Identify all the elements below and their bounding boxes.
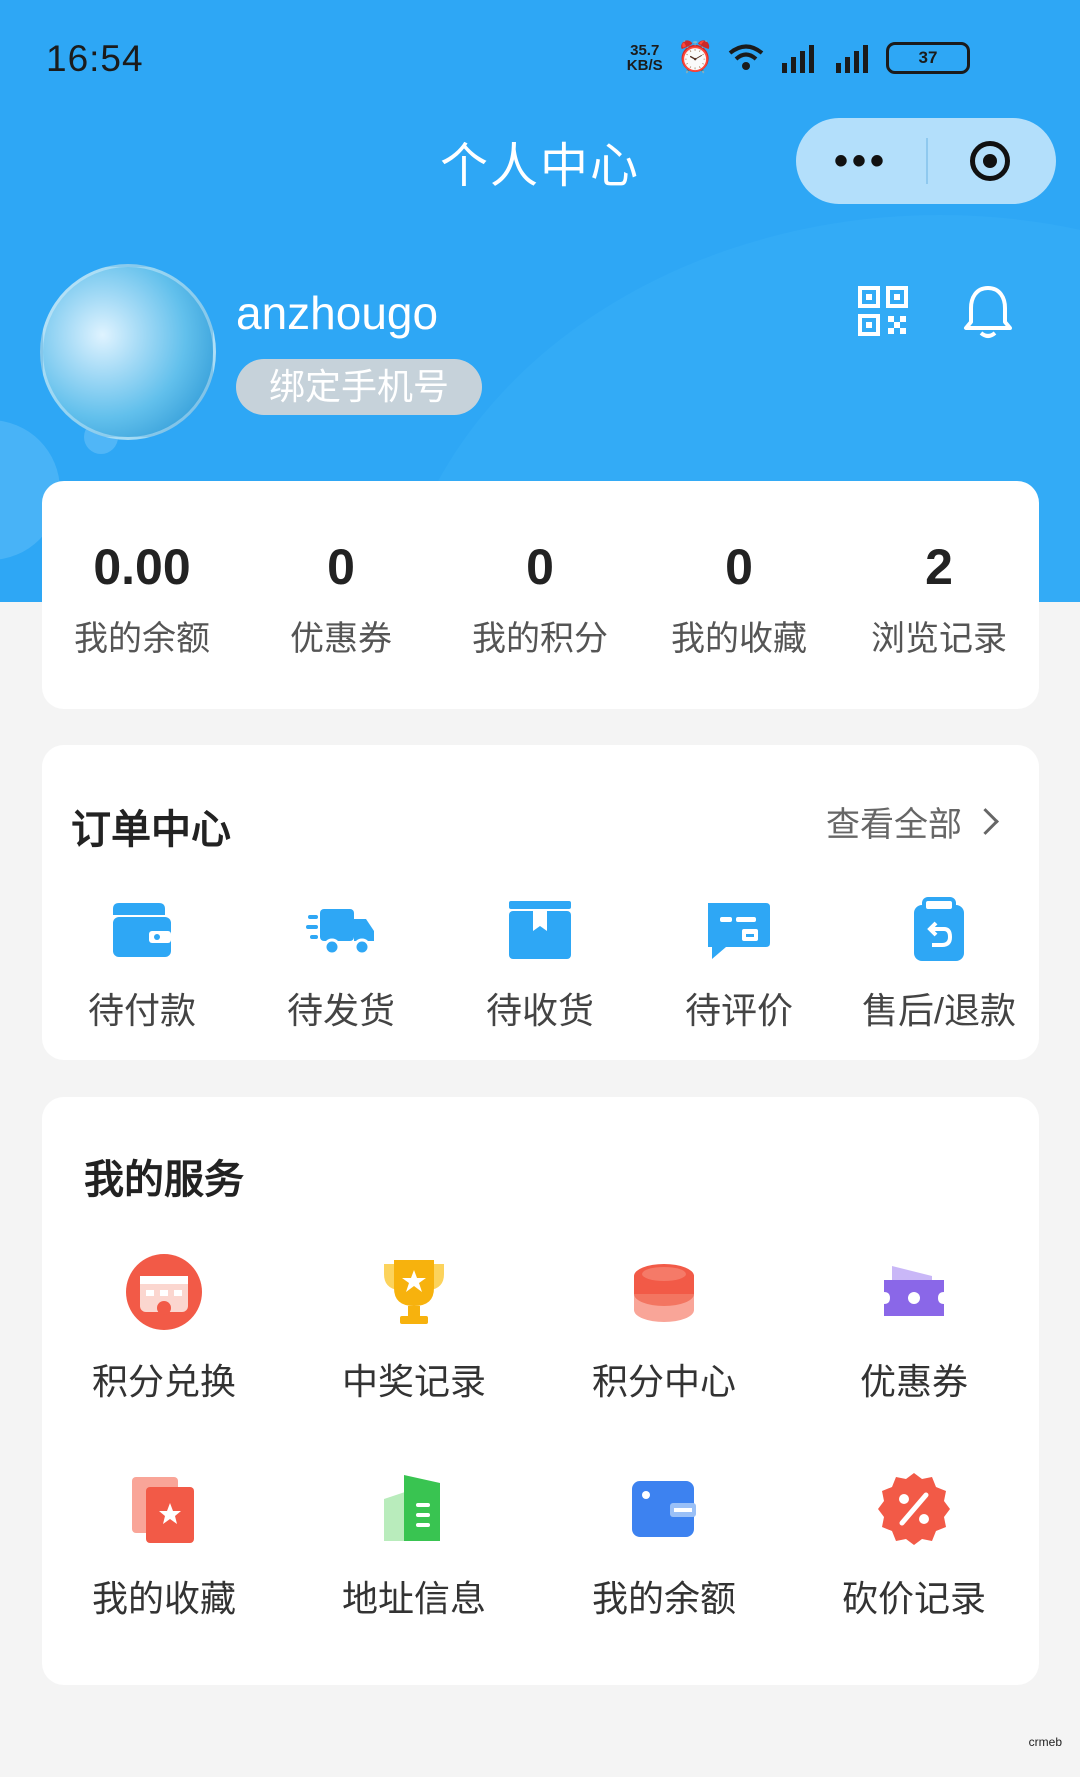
stat-coupons[interactable]: 0 优惠券: [241, 537, 441, 660]
service-my-favorites[interactable]: 我的收藏: [54, 1469, 274, 1622]
stat-browse-history[interactable]: 2 浏览记录: [839, 537, 1039, 660]
services-title: 我的服务: [84, 1158, 244, 1202]
avatar[interactable]: [40, 264, 216, 440]
discount-badge-icon: [878, 1473, 950, 1545]
status-time: 16:54: [46, 38, 144, 79]
refund-icon: [914, 897, 964, 961]
coin-stack-icon: [634, 1264, 694, 1322]
assets-stats-card: 0.00 我的余额 0 优惠券 0 我的积分 0 我的收藏 2 浏览记录: [42, 481, 1039, 709]
chevron-right-icon: [972, 808, 999, 835]
battery-icon: 37: [886, 42, 970, 74]
stat-label: 浏览记录: [871, 620, 1007, 658]
order-pending-receipt[interactable]: 待收货: [440, 895, 640, 1034]
service-my-balance[interactable]: 我的余额: [554, 1469, 774, 1622]
status-bar: 16:54 35.7 KB/S ⏰ 37: [0, 0, 1080, 120]
order-label: 待收货: [485, 990, 594, 1031]
coupon-icon: [884, 1266, 944, 1316]
my-services-card: 我的服务 积分兑换 中奖记录 积分中心 优惠券 我的收藏 地址信息 我的余额 砍…: [42, 1097, 1039, 1685]
service-label: 地址信息: [341, 1578, 486, 1619]
status-icons: 35.7 KB/S ⏰ 37: [627, 42, 970, 74]
stat-balance[interactable]: 0.00 我的余额: [42, 537, 242, 660]
order-label: 待付款: [87, 990, 196, 1031]
order-label: 售后/退款: [861, 990, 1016, 1031]
comment-icon: [708, 903, 770, 959]
view-all-label: 查看全部: [826, 806, 962, 844]
service-winning-records[interactable]: 中奖记录: [304, 1252, 524, 1405]
stat-value: 0: [327, 539, 355, 595]
mini-program-capsule: •••: [796, 118, 1056, 204]
order-label: 待评价: [684, 990, 793, 1031]
signal-4g-icon-2: [836, 45, 868, 73]
service-address-info[interactable]: 地址信息: [304, 1469, 524, 1622]
service-label: 我的收藏: [91, 1578, 236, 1619]
order-label: 待发货: [286, 990, 395, 1031]
network-speed-unit: KB/S: [626, 57, 663, 74]
capsule-divider: [926, 138, 928, 184]
service-label: 中奖记录: [341, 1361, 486, 1402]
service-label: 我的余额: [591, 1578, 736, 1619]
service-points-center[interactable]: 积分中心: [554, 1252, 774, 1405]
order-pending-payment[interactable]: 待付款: [42, 895, 242, 1034]
points-exchange-icon: [126, 1254, 202, 1330]
service-label: 积分兑换: [91, 1361, 236, 1402]
stat-points[interactable]: 0 我的积分: [440, 537, 640, 660]
wifi-icon: [728, 44, 764, 70]
stat-label: 优惠券: [290, 620, 392, 658]
stat-label: 我的收藏: [671, 620, 807, 658]
wallet-icon: [113, 903, 171, 957]
stat-value: 2: [925, 539, 953, 595]
more-menu-button[interactable]: •••: [796, 139, 926, 184]
qr-code-icon[interactable]: [858, 286, 908, 336]
truck-icon: [306, 909, 374, 956]
address-icon: [384, 1475, 440, 1541]
stat-value: 0.00: [93, 539, 191, 595]
alarm-icon: ⏰: [676, 41, 714, 74]
stat-value: 0: [526, 539, 554, 595]
notification-bell-icon[interactable]: [962, 284, 1014, 340]
service-label: 优惠券: [859, 1361, 968, 1402]
signal-4g-icon: [782, 45, 814, 73]
service-coupons[interactable]: 优惠券: [804, 1252, 1024, 1405]
order-center-title: 订单中心: [71, 808, 231, 852]
close-mini-program-button[interactable]: [970, 141, 1010, 181]
network-speed: 35.7 KB/S: [627, 43, 663, 73]
bind-phone-button[interactable]: 绑定手机号: [236, 359, 482, 415]
service-bargain-records[interactable]: 砍价记录: [804, 1469, 1024, 1622]
service-label: 积分中心: [591, 1361, 736, 1402]
favorite-star-icon: [132, 1477, 194, 1543]
stat-favorites[interactable]: 0 我的收藏: [639, 537, 839, 660]
network-speed-value: 35.7: [630, 42, 660, 59]
box-icon: [509, 901, 571, 959]
service-label: 砍价记录: [841, 1578, 986, 1619]
service-points-exchange[interactable]: 积分兑换: [54, 1252, 274, 1405]
trophy-icon: [384, 1260, 444, 1324]
order-pending-review[interactable]: 待评价: [639, 895, 839, 1034]
order-after-sales[interactable]: 售后/退款: [839, 895, 1039, 1034]
view-all-orders-link[interactable]: 查看全部: [826, 797, 1005, 846]
username: anzhougo: [236, 287, 439, 339]
watermark-logo: crmeb: [1028, 1735, 1062, 1749]
order-pending-shipment[interactable]: 待发货: [241, 895, 441, 1034]
stat-label: 我的余额: [74, 620, 210, 658]
order-center-card: 订单中心 查看全部 待付款 待发货 待收货 待评价 售后/退款: [42, 745, 1039, 1060]
balance-card-icon: [632, 1481, 696, 1537]
stat-value: 0: [725, 539, 753, 595]
stat-label: 我的积分: [472, 620, 608, 658]
